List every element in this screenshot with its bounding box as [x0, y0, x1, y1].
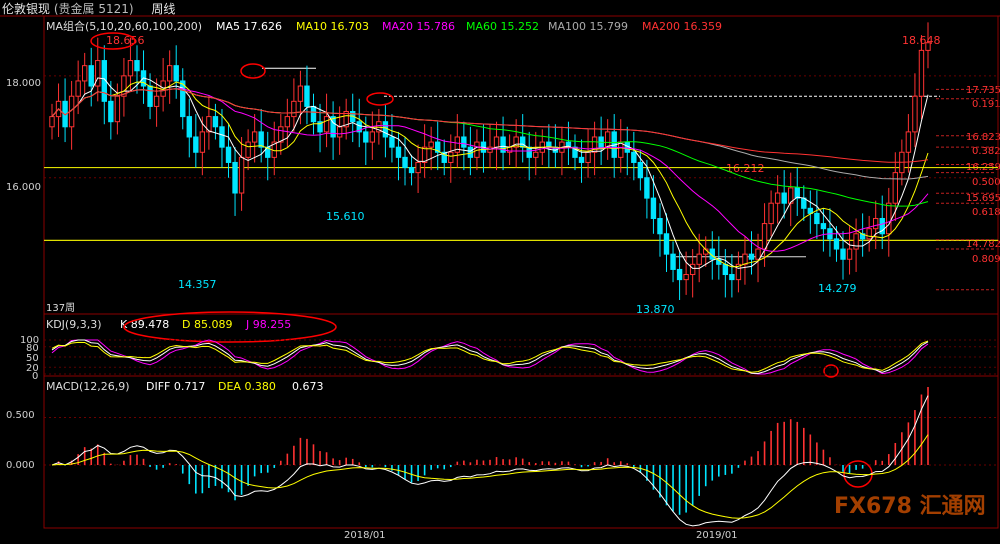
candle-body — [225, 146, 232, 163]
candle-body — [918, 49, 925, 97]
candle-body — [683, 274, 689, 281]
candle-body — [866, 228, 872, 240]
candle-body — [323, 116, 330, 133]
candle-body — [251, 131, 258, 143]
candle-body — [212, 116, 219, 128]
candle-body — [382, 121, 389, 138]
candle-body — [650, 197, 657, 219]
candle-body — [428, 141, 434, 148]
candle-body — [729, 274, 735, 281]
candle-body — [886, 202, 892, 235]
candle-body — [676, 268, 683, 281]
candle-body — [304, 85, 310, 107]
candle-body — [88, 65, 94, 87]
candle-body — [291, 100, 297, 118]
candle-body — [820, 223, 827, 230]
candle-body — [853, 233, 859, 250]
candle-body — [774, 192, 781, 204]
candle-body — [134, 60, 140, 72]
candle-body — [219, 126, 225, 148]
candle-body — [278, 126, 284, 143]
candle-body — [238, 156, 245, 194]
candle-body — [49, 116, 55, 128]
candle-body — [369, 131, 376, 143]
candle-body — [284, 116, 291, 128]
candle-body — [395, 146, 402, 158]
candle-body — [846, 248, 853, 260]
candle-body — [153, 95, 160, 107]
chart-window: 伦敦银现 (贵金属 5121) 周线 MA组合(5,10,20,60,100,2… — [0, 0, 1000, 544]
candle-body — [912, 95, 918, 133]
circle-kdj-values — [123, 311, 337, 343]
candle-body — [644, 177, 650, 199]
candle-body — [389, 136, 395, 148]
candle-body — [722, 263, 729, 276]
candle-body — [336, 126, 343, 138]
candle-body — [199, 131, 206, 153]
chart-canvas[interactable] — [0, 0, 1000, 544]
candle-body — [166, 65, 173, 82]
candle-body — [637, 161, 644, 179]
candle-body — [833, 238, 840, 250]
candle-body — [670, 253, 676, 270]
candle-body — [631, 151, 637, 163]
candle-body — [114, 95, 121, 123]
candle-body — [415, 161, 421, 174]
candle-body — [297, 85, 304, 102]
candle-body — [147, 85, 153, 107]
candle-body — [173, 65, 179, 82]
candle-body — [696, 253, 702, 265]
candle-body — [604, 131, 611, 148]
candle-body — [245, 141, 251, 158]
candle-body — [448, 151, 454, 163]
candle-body — [742, 253, 748, 265]
candle-body — [310, 105, 317, 123]
candle-body — [840, 248, 846, 260]
candle-body — [794, 187, 800, 199]
candle-body — [689, 263, 696, 276]
candle-body — [533, 151, 539, 158]
candle-body — [193, 136, 199, 153]
candle-body — [232, 161, 238, 194]
candle-body — [748, 253, 755, 260]
candle-body — [873, 217, 879, 230]
candle-body — [127, 60, 134, 77]
candle-body — [585, 151, 591, 163]
candle-body — [363, 131, 369, 143]
candle-body — [258, 131, 264, 148]
circle-high3 — [366, 92, 394, 106]
candle-body — [768, 202, 774, 225]
candle-body — [905, 131, 912, 153]
candle-body — [108, 100, 114, 123]
candle-body — [75, 80, 81, 97]
candle-body — [578, 156, 585, 163]
candle-body — [814, 212, 820, 225]
candle-body — [81, 65, 88, 82]
candle-body — [892, 172, 899, 204]
candle-body — [186, 116, 192, 138]
candle-body — [95, 60, 101, 87]
candle-body — [663, 233, 670, 255]
candle-body — [461, 136, 467, 148]
candle-body — [402, 156, 408, 169]
candle-body — [657, 217, 663, 235]
circle-high2 — [240, 63, 266, 79]
candle-body — [493, 136, 500, 148]
candle-body — [761, 223, 768, 250]
candle-body — [408, 167, 415, 174]
candle-body — [180, 80, 186, 118]
candle-body — [781, 192, 787, 204]
candle-body — [925, 42, 931, 51]
